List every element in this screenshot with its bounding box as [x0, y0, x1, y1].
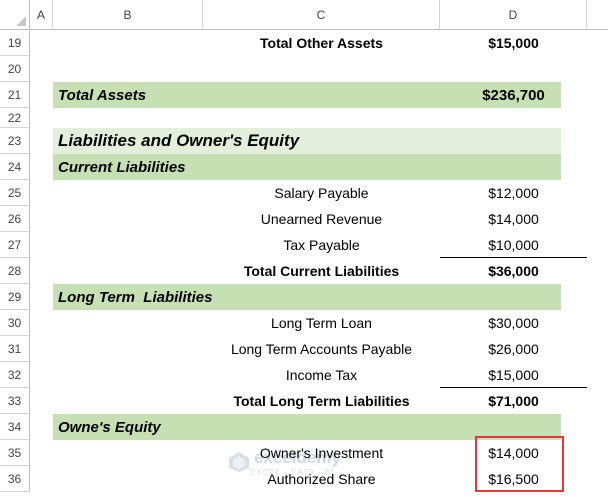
row-header-36[interactable]: 36 — [0, 466, 30, 492]
owners-equity-heading[interactable]: Owne's Equity — [58, 414, 161, 440]
income-tax-label[interactable]: Income Tax — [203, 362, 440, 388]
row-header-33[interactable]: 33 — [0, 388, 30, 414]
row-header-23[interactable]: 23 — [0, 128, 30, 154]
total-assets-label[interactable]: Total Assets — [58, 82, 146, 108]
select-all-corner[interactable] — [0, 0, 30, 30]
salary-payable-label[interactable]: Salary Payable — [203, 180, 440, 206]
highlight-box — [475, 436, 564, 492]
unearned-revenue-label[interactable]: Unearned Revenue — [203, 206, 440, 232]
row-header-32[interactable]: 32 — [0, 362, 30, 388]
income-tax-value[interactable]: $15,000 — [440, 362, 587, 388]
column-header-c[interactable]: C — [203, 0, 440, 30]
row-header-29[interactable]: 29 — [0, 284, 30, 310]
owners-investment-label[interactable]: Owner's Investment — [203, 440, 440, 466]
salary-payable-value[interactable]: $12,000 — [440, 180, 587, 206]
row-header-24[interactable]: 24 — [0, 154, 30, 180]
total-assets-value[interactable]: $236,700 — [440, 82, 587, 108]
row-header-19[interactable]: 19 — [0, 30, 30, 56]
unearned-revenue-value[interactable]: $14,000 — [440, 206, 587, 232]
long-term-liabilities-heading[interactable]: Long Term Liabilities — [58, 284, 212, 310]
column-header-a[interactable]: A — [30, 0, 53, 30]
row-header-30[interactable]: 30 — [0, 310, 30, 336]
column-header-e[interactable] — [587, 0, 608, 30]
row-header-28[interactable]: 28 — [0, 258, 30, 284]
long-term-accounts-payable-value[interactable]: $26,000 — [440, 336, 587, 362]
current-liabilities-heading[interactable]: Current Liabilities — [58, 154, 186, 180]
long-term-loan-value[interactable]: $30,000 — [440, 310, 587, 336]
authorized-share-label[interactable]: Authorized Share — [203, 466, 440, 492]
long-term-accounts-payable-label[interactable]: Long Term Accounts Payable — [203, 336, 440, 362]
total-current-liabilities-label[interactable]: Total Current Liabilities — [203, 258, 440, 284]
row-header-26[interactable]: 26 — [0, 206, 30, 232]
total-other-assets-value[interactable]: $15,000 — [440, 30, 587, 56]
row-header-31[interactable]: 31 — [0, 336, 30, 362]
tax-payable-value[interactable]: $10,000 — [440, 232, 587, 258]
row-header-21[interactable]: 21 — [0, 82, 30, 108]
total-long-term-liabilities-value[interactable]: $71,000 — [440, 388, 587, 414]
row-header-35[interactable]: 35 — [0, 440, 30, 466]
total-other-assets-label[interactable]: Total Other Assets — [203, 30, 440, 56]
column-header-b[interactable]: B — [53, 0, 203, 30]
total-long-term-liabilities-label[interactable]: Total Long Term Liabilities — [203, 388, 440, 414]
liabilities-owners-equity-heading[interactable]: Liabilities and Owner's Equity — [58, 128, 299, 154]
row-header-22[interactable]: 22 — [0, 108, 30, 128]
row-header-27[interactable]: 27 — [0, 232, 30, 258]
tax-payable-label[interactable]: Tax Payable — [203, 232, 440, 258]
spreadsheet-grid: A B C D 19 20 21 22 23 24 25 26 27 28 29… — [0, 0, 608, 497]
long-term-loan-label[interactable]: Long Term Loan — [203, 310, 440, 336]
row-header-25[interactable]: 25 — [0, 180, 30, 206]
total-current-liabilities-value[interactable]: $36,000 — [440, 258, 587, 284]
row-header-34[interactable]: 34 — [0, 414, 30, 440]
column-header-d[interactable]: D — [440, 0, 587, 30]
select-all-triangle-icon — [16, 16, 26, 26]
row-header-20[interactable]: 20 — [0, 56, 30, 82]
